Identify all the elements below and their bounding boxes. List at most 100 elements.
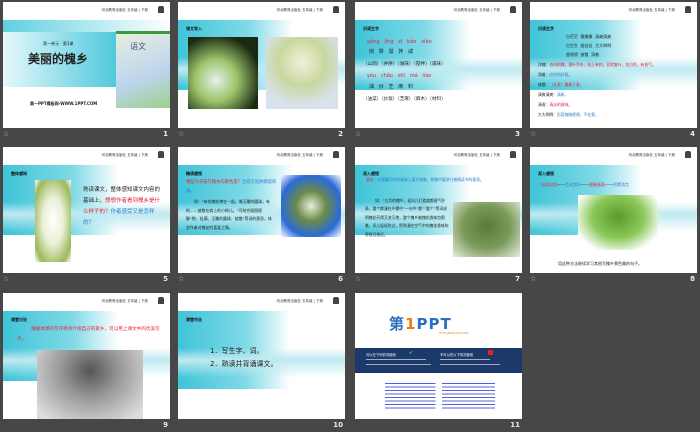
cross-icon: [488, 350, 493, 355]
logo-icon: [158, 6, 164, 13]
slide-thumbnail-6[interactable]: 河北教育出版社 五年级 | 下册 精读感悟 哪些句子描写槐乡的景色美？全班交流并…: [178, 147, 345, 273]
term: 清香：: [538, 102, 550, 107]
forbidden-heading: 不可以在以下情况使用: [440, 353, 473, 357]
slide-thumbnail-7[interactable]: 河北教育出版社 五年级 | 下册 深入感悟 要求：在理解词句的基础上展开想象，想…: [355, 147, 522, 273]
slide-thumbnail-9[interactable]: 河北教育出版社 五年级 | 下册 课堂讨论 根据本课的写作特点介绍自己的家乡，可…: [3, 293, 170, 419]
slide-header: 河北教育出版社 五年级 | 下册: [276, 153, 323, 157]
slide-header: 河北教育出版社 五年级 | 下册: [101, 153, 148, 157]
slide-number: 2: [338, 130, 343, 138]
definition-line: 清香：清淡的香味。: [538, 102, 572, 108]
slide-thumbnail-3[interactable]: 河北教育出版社 五年级 | 下册 识读生字 gāng jǐng zī bàn x…: [355, 2, 522, 128]
slide-number: 8: [690, 275, 695, 283]
pinyin-row: yóu chǎo zhī má liào: [367, 73, 432, 79]
term: 披散：: [538, 82, 550, 87]
word-row: 白生生 甜丝丝 大大咧咧: [566, 43, 612, 48]
section-label: 识读生字: [538, 26, 554, 31]
slide-header: 河北教育出版社 五年级 | 下册: [453, 8, 500, 12]
logo-icon: [333, 6, 339, 13]
flow-connector: ——: [581, 182, 589, 187]
slide-thumbnail-11[interactable]: 第1PPT HTTP://WWW.1PPT.COM 可以在下列情况使用 ✔ 不可…: [355, 293, 522, 419]
logo-icon: [158, 151, 164, 158]
locust-tree-photo: [453, 202, 520, 257]
flow-step: 品读赏析: [565, 182, 581, 187]
slide-number: 5: [163, 275, 168, 283]
slide-header: 河北教育出版社 五年级 | 下册: [101, 8, 148, 12]
question-text: 哪些句子描写槐乡的景色美？: [186, 180, 242, 185]
section-label: 课文导入: [186, 26, 202, 31]
unit-label: 第一单元 · 第3课: [43, 41, 74, 46]
usage-panel: 可以在下列情况使用 ✔ 不可以在以下情况使用: [355, 348, 522, 373]
term: 大大咧咧：: [538, 112, 557, 117]
slide-header: 河北教育出版社 五年级 | 下册: [101, 299, 148, 303]
hanging-branch-illustration: [578, 195, 658, 250]
term: 洋槐：: [538, 62, 550, 67]
definition: 形容随随便便，不在意。: [556, 112, 599, 117]
logo-icon: [333, 151, 339, 158]
word-row: （油菜）（炒饭）（芝麻）（麻木）（材料）: [363, 97, 446, 102]
transition-star-icon: ☆: [530, 130, 537, 138]
slide-number: 6: [338, 275, 343, 283]
slide-number: 3: [515, 130, 520, 138]
flower-cluster-photo: [35, 180, 71, 262]
word-row: 白茫茫 嫩嫩嫩 清爽清爽: [566, 34, 612, 39]
book-title: 语文: [130, 42, 146, 51]
slide-number: 11: [510, 421, 520, 429]
slide-thumbnail-8[interactable]: 河北教育出版社 五年级 | 下册 深入感悟 自读自悟——品读赏析——想象画面——…: [530, 147, 697, 273]
village-sketch-image: [37, 350, 143, 419]
locust-flower-photo: [188, 37, 258, 109]
slide-thumbnail-10[interactable]: 河北教育出版社 五年级 | 下册 课堂作业 1．写生字、词。 2．熟读并背诵课文…: [178, 293, 345, 419]
logo-icon: [685, 151, 691, 158]
definition-line: 淌着：应时的好饭。: [538, 72, 572, 78]
homework-item: 2．熟读并背诵课文。: [210, 360, 278, 368]
definition: （头发）散着下垂。: [549, 82, 584, 87]
logo-icon: [510, 151, 516, 158]
transition-star-icon: ☆: [3, 130, 10, 138]
definition-line: 大大咧咧：形容随随便便，不在意。: [538, 112, 599, 118]
section-label: 识读生字: [363, 26, 379, 31]
textbook-cover-image: 语文: [116, 31, 170, 108]
slide-thumbnail-2[interactable]: 河北教育出版社 五年级 | 下册 课文导入: [178, 2, 345, 128]
slide-number: 1: [163, 130, 168, 138]
slide-header: 河北教育出版社 五年级 | 下册: [276, 299, 323, 303]
term: 清爽清爽：: [538, 92, 557, 97]
logo-icon: [158, 297, 164, 304]
brand-url: HTTP://WWW.1PPT.COM: [439, 332, 469, 335]
definition-line: 清爽清爽：清新。: [538, 92, 568, 98]
slide-thumbnail-5[interactable]: 河北教育出版社 五年级 | 下册 整体感知 熟读课文，整体感知课文内容的基础上，…: [3, 147, 170, 273]
transition-star-icon: ☆: [178, 130, 185, 138]
slide-number: 7: [515, 275, 520, 283]
transition-star-icon: ☆: [530, 275, 537, 283]
term: 淌着：: [538, 72, 550, 77]
site-text: 第一PPT模板网-WWW.1PPT.COM: [30, 101, 98, 106]
section-label: 整体感知: [11, 171, 27, 176]
requirement-text: 在理解词句的基础上展开想象，想象中要进行感情读书的意思。: [377, 177, 484, 182]
flow-step: 自读自悟: [541, 182, 557, 187]
slide-thumbnail-4[interactable]: 河北教育出版社 五年级 | 下册 识读生字 白茫茫 嫩嫩嫩 清爽清爽 白生生 甜…: [530, 2, 697, 128]
slide-header: 河北教育出版社 五年级 | 下册: [276, 8, 323, 12]
slide-number: 4: [690, 130, 695, 138]
slide-number: 10: [333, 421, 343, 429]
logo-icon: [510, 6, 516, 13]
slide-title: 美丽的槐乡: [28, 52, 89, 66]
definition-line: 披散：（头发）散着下垂。: [538, 82, 584, 88]
slide-thumbnail-1[interactable]: 河北教育出版社 五年级 | 下册 第一单元 · 第3课 美丽的槐乡 第一PPT模…: [3, 2, 170, 128]
definition-line: 洋槐：也叫刺槐，落叶乔木，枝上有刺，羽状复叶，花白色，有香气。: [538, 62, 656, 68]
flow-step: 积累语言: [613, 182, 629, 187]
check-icon: ✔: [409, 350, 414, 356]
link-list: [385, 383, 495, 411]
blossom-sky-photo: [281, 175, 341, 237]
caption-text: 用这种方法继续学习其他写槐乡景色美的句子。: [558, 261, 642, 266]
flow-connector: ——: [557, 182, 565, 187]
slide-header: 河北教育出版社 五年级 | 下册: [628, 153, 675, 157]
slide-header: 河北教育出版社 五年级 | 下册: [453, 153, 500, 157]
definition: 应时的好饭。: [549, 72, 573, 77]
homework-item: 1．写生字、词。: [210, 347, 264, 355]
transition-star-icon: ☆: [178, 275, 185, 283]
logo-icon: [685, 6, 691, 13]
character-row: 岗 阱 滋 拌 咸: [369, 49, 414, 55]
section-label: 精读感悟: [186, 171, 202, 176]
section-label: 深入感悟: [538, 171, 554, 176]
transition-star-icon: ☆: [355, 130, 362, 138]
word-row: 香喷喷 披散 淌着: [566, 52, 600, 57]
allowed-heading: 可以在下列情况使用: [366, 353, 396, 357]
